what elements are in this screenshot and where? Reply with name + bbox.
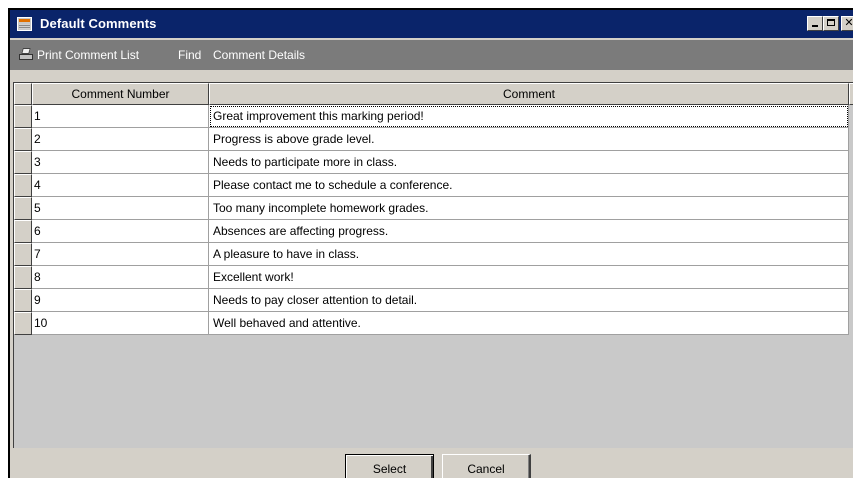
table-row[interactable]: 5 Too many incomplete homework grades. [14,197,853,220]
comment-number-cell[interactable]: 2 [32,128,209,151]
comment-number-cell[interactable]: 6 [32,220,209,243]
comment-number-cell[interactable]: 4 [32,174,209,197]
select-button[interactable]: Select [345,454,434,478]
table-row[interactable]: 1 Great improvement this marking period! [14,105,853,128]
column-header-comment[interactable]: Comment [209,83,849,105]
comment-number-cell[interactable]: 9 [32,289,209,312]
find-button[interactable]: Find [178,48,201,62]
comment-cell[interactable]: Too many incomplete homework grades. [209,197,849,220]
row-selector[interactable] [14,266,32,289]
title-bar[interactable]: Default Comments ✕ [10,10,853,38]
comment-number-cell[interactable]: 5 [32,197,209,220]
comment-number-cell[interactable]: 10 [32,312,209,335]
default-comments-window: Default Comments ✕ Print Comment List Fi… [8,8,853,478]
column-header-comment-number[interactable]: Comment Number [32,83,209,105]
comment-cell[interactable]: Great improvement this marking period! [209,105,849,128]
print-comment-list-button[interactable]: Print Comment List [19,48,139,62]
table-row[interactable]: 7 A pleasure to have in class. [14,243,853,266]
table-row[interactable]: 2 Progress is above grade level. [14,128,853,151]
column-header-filler [849,83,853,105]
comment-cell[interactable]: Progress is above grade level. [209,128,849,151]
print-comment-list-label: Print Comment List [37,48,140,62]
minimize-button[interactable] [807,16,823,31]
maximize-button[interactable] [823,16,839,31]
row-selector[interactable] [14,289,32,312]
cancel-button[interactable]: Cancel [442,454,531,478]
table-row[interactable]: 6 Absences are affecting progress. [14,220,853,243]
comment-number-cell[interactable]: 8 [32,266,209,289]
select-all-header[interactable] [14,83,32,105]
comment-number-cell[interactable]: 3 [32,151,209,174]
table-row[interactable]: 3 Needs to participate more in class. [14,151,853,174]
row-selector[interactable] [14,243,32,266]
table-row[interactable]: 9 Needs to pay closer attention to detai… [14,289,853,312]
row-selector[interactable] [14,105,32,128]
close-button[interactable]: ✕ [841,16,853,31]
window-title: Default Comments [40,16,157,31]
comment-cell[interactable]: Needs to pay closer attention to detail. [209,289,849,312]
table-row[interactable]: 4 Please contact me to schedule a confer… [14,174,853,197]
printer-icon [19,48,33,61]
row-selector[interactable] [14,174,32,197]
table-row[interactable]: 8 Excellent work! [14,266,853,289]
row-selector[interactable] [14,220,32,243]
comment-cell[interactable]: Absences are affecting progress. [209,220,849,243]
comment-cell[interactable]: Excellent work! [209,266,849,289]
comment-cell[interactable]: A pleasure to have in class. [209,243,849,266]
row-selector[interactable] [14,197,32,220]
app-window-icon[interactable] [17,17,32,31]
comments-grid[interactable]: Comment Number Comment 1 Great improveme… [13,82,853,448]
toolbar: Print Comment List Find Comment Details [10,40,853,70]
comment-cell[interactable]: Needs to participate more in class. [209,151,849,174]
row-selector[interactable] [14,128,32,151]
comment-cell[interactable]: Please contact me to schedule a conferen… [209,174,849,197]
table-row[interactable]: 10 Well behaved and attentive. [14,312,853,335]
comment-number-cell[interactable]: 7 [32,243,209,266]
comment-cell[interactable]: Well behaved and attentive. [209,312,849,335]
comment-details-button[interactable]: Comment Details [213,48,305,62]
row-selector[interactable] [14,312,32,335]
row-selector[interactable] [14,151,32,174]
comment-number-cell[interactable]: 1 [32,105,209,128]
